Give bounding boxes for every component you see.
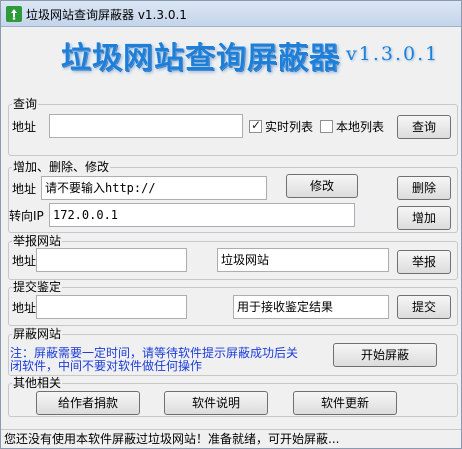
realtime-list-checkbox[interactable]: ✓ [249, 118, 262, 133]
modify-button[interactable]: 修改 [286, 174, 358, 198]
report-address-label: 地址 [12, 254, 37, 268]
banner: 垃圾网站查询屏蔽器 v1.3.0.1 [1, 27, 461, 87]
block-note-line2: 闭软件，中间不要对软件做任何操作 [10, 359, 203, 373]
update-button[interactable]: 软件更新 [293, 391, 397, 415]
app-window: 垃圾网站查询屏蔽器 v1.3.0.1 垃圾网站查询屏蔽器 v1.3.0.1 查询… [0, 0, 462, 449]
report-group-label: 举报网站 [12, 234, 63, 248]
report-type-input[interactable]: 垃圾网站 [217, 248, 389, 272]
window-title: 垃圾网站查询屏蔽器 v1.3.0.1 [26, 8, 187, 22]
donate-button[interactable]: 给作者捐款 [36, 391, 140, 415]
help-button[interactable]: 软件说明 [164, 391, 268, 415]
banner-title: 垃圾网站查询屏蔽器 [61, 41, 340, 76]
query-address-label: 地址 [12, 120, 37, 134]
edit-address-label: 地址 [12, 182, 37, 196]
recycle-icon [6, 6, 22, 22]
query-group-label: 查询 [12, 97, 39, 111]
redirect-ip-input[interactable]: 172.0.0.1 [49, 203, 355, 227]
report-address-input[interactable] [36, 248, 187, 272]
title-bar: 垃圾网站查询屏蔽器 v1.3.0.1 [1, 1, 461, 27]
add-button[interactable]: 增加 [397, 206, 451, 230]
delete-button[interactable]: 删除 [397, 176, 451, 200]
submit-result-input[interactable]: 用于接收鉴定结果 [233, 295, 389, 319]
query-button[interactable]: 查询 [397, 115, 451, 139]
realtime-list-label: 实时列表 [265, 120, 314, 134]
query-address-input[interactable] [49, 114, 243, 138]
status-bar: 您还没有使用本软件屏蔽过垃圾网站！准备就绪，可开始屏蔽... [1, 429, 461, 448]
submit-address-input[interactable] [36, 295, 187, 319]
local-list-label: 本地列表 [336, 120, 385, 134]
submit-group-label: 提交鉴定 [12, 280, 63, 294]
banner-version: v1.3.0.1 [346, 43, 440, 65]
submit-button[interactable]: 提交 [397, 295, 451, 319]
edit-address-input[interactable]: 请不要输入http:// [41, 176, 267, 200]
local-list-checkbox[interactable] [320, 120, 333, 133]
block-group-label: 屏蔽网站 [12, 327, 63, 341]
edit-group-label: 增加、删除、修改 [12, 160, 111, 174]
other-group-label: 其他相关 [12, 376, 63, 390]
redirect-ip-label: 转向IP [9, 209, 44, 223]
submit-address-label: 地址 [12, 301, 37, 315]
check-icon: ✓ [251, 118, 262, 132]
start-block-button[interactable]: 开始屏蔽 [333, 343, 437, 367]
report-button[interactable]: 举报 [397, 250, 451, 274]
block-note-line1: 注：屏蔽需要一定时间，请等待软件提示屏蔽成功后关 [10, 346, 299, 360]
